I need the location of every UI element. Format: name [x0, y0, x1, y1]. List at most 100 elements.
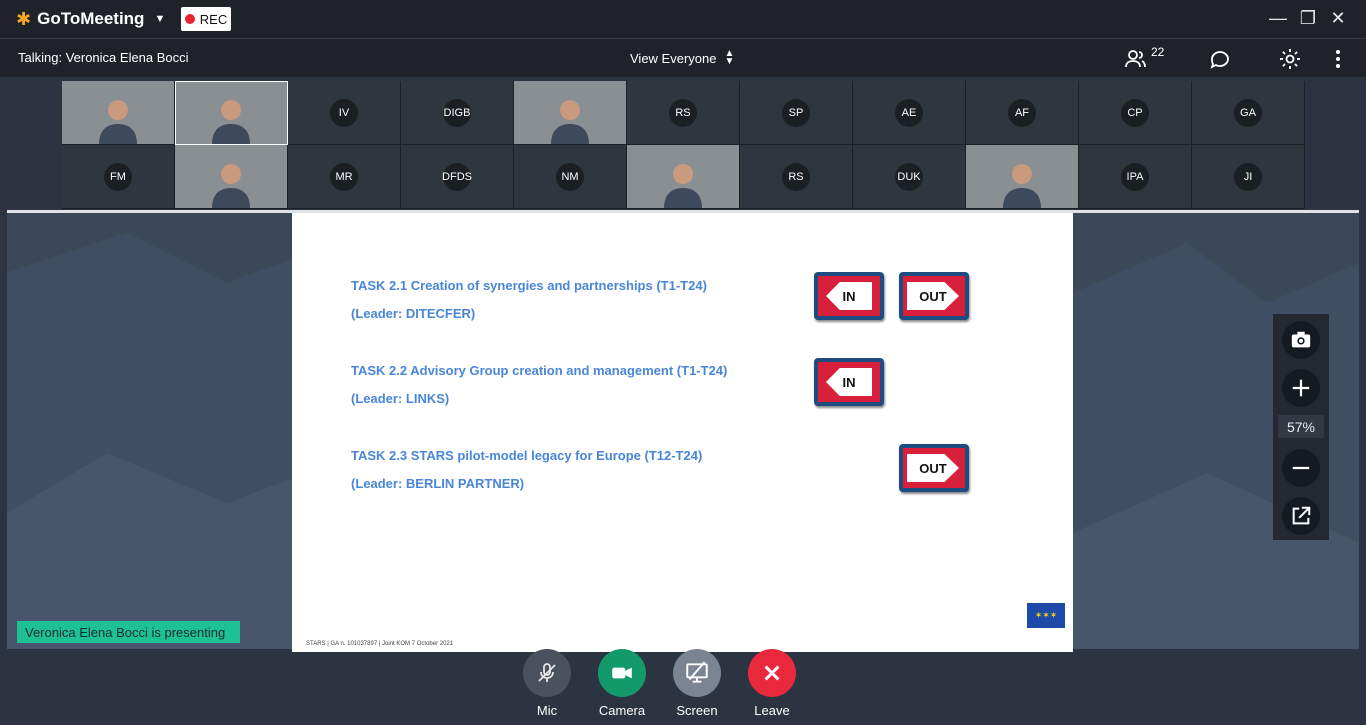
task-leader: (Leader: LINKS) [351, 391, 450, 406]
participants-count: 22 [1151, 45, 1165, 59]
task-title: TASK 2.2 Advisory Group creation and man… [351, 363, 728, 378]
out-sign: OUT [899, 272, 969, 320]
mic-muted-icon [538, 663, 556, 682]
title-bar: ✱ GoToMeeting ▼ REC — ❐ ✕ [0, 0, 1366, 39]
video-camera-icon [612, 667, 632, 679]
camera-snapshot-icon [1291, 331, 1311, 348]
restore-button[interactable]: ❐ [1296, 8, 1320, 29]
in-sign-label: IN [826, 368, 872, 396]
more-options-icon[interactable] [1326, 47, 1350, 71]
participant-tile[interactable]: CP [1079, 81, 1192, 145]
screen-share-button[interactable] [673, 649, 721, 697]
task-title: TASK 2.1 Creation of synergies and partn… [351, 278, 707, 293]
task-2-3: TASK 2.3 STARS pilot-model legacy for Eu… [351, 442, 702, 498]
participant-initials: RS [782, 162, 810, 191]
participant-tile[interactable]: DFDS [401, 145, 514, 209]
participant-tile[interactable]: FM [62, 145, 175, 209]
mic-control[interactable]: Mic [517, 649, 577, 718]
participant-tile[interactable]: SP [740, 81, 853, 145]
gotomeeting-logo-icon: ✱ [16, 9, 32, 29]
screen-share-off-icon [686, 661, 708, 683]
participant-video-feed [99, 100, 137, 144]
participant-tile[interactable] [175, 145, 288, 209]
camera-label: Camera [598, 703, 646, 718]
participant-initials: NM [556, 162, 584, 191]
participant-grid: IV DIGB RS SP AE AF CP GA FM MR DFDS NM RS DUK IPA JI [62, 81, 1305, 209]
participant-video-feed [212, 164, 250, 208]
participant-tile[interactable]: GA [1192, 81, 1305, 145]
leave-control[interactable]: Leave [742, 649, 802, 718]
up-down-chevron-icon: ▲ ▼ [724, 48, 735, 67]
in-sign: IN [814, 358, 884, 406]
participant-tile[interactable]: JI [1192, 145, 1305, 209]
participant-initials: AF [1008, 98, 1036, 127]
camera-button[interactable] [598, 649, 646, 697]
participant-initials: MR [330, 162, 358, 191]
out-sign-label: OUT [907, 454, 959, 482]
pop-out-button[interactable] [1282, 497, 1320, 535]
mic-label: Mic [536, 703, 558, 718]
participant-initials: DFDS [442, 162, 472, 191]
zoom-in-button[interactable] [1282, 369, 1320, 407]
participant-tile[interactable]: DIGB [401, 81, 514, 145]
participant-initials: FM [104, 162, 132, 191]
task-leader: (Leader: BERLIN PARTNER) [351, 476, 525, 491]
screen-view-panel: 57% [1273, 314, 1329, 540]
participant-initials: DUK [895, 162, 923, 191]
camera-control[interactable]: Camera [592, 649, 652, 718]
participant-initials: IPA [1121, 162, 1149, 191]
close-icon [764, 665, 780, 681]
participant-tile[interactable] [966, 145, 1079, 209]
out-sign-label: OUT [907, 282, 959, 310]
screenshot-button[interactable] [1282, 321, 1320, 359]
participant-tile[interactable]: IPA [1079, 145, 1192, 209]
presenting-banner: Veronica Elena Bocci is presenting [17, 621, 240, 643]
shared-slide: TASK 2.1 Creation of synergies and partn… [292, 213, 1073, 652]
participant-initials: SP [782, 98, 810, 127]
screen-control[interactable]: Screen [667, 649, 727, 718]
rec-label: REC [199, 11, 228, 27]
participant-tile[interactable]: MR [288, 145, 401, 209]
view-mode-label: View Everyone [630, 50, 717, 66]
task-2-2: TASK 2.2 Advisory Group creation and man… [351, 357, 727, 413]
participant-video-feed [1003, 164, 1041, 208]
recording-badge[interactable]: REC [181, 7, 231, 31]
view-mode-selector[interactable]: View Everyone ▲ ▼ [630, 48, 735, 67]
out-sign: OUT [899, 444, 969, 492]
talking-indicator: Talking: Veronica Elena Bocci [18, 50, 189, 65]
mic-button[interactable] [523, 649, 571, 697]
slide-footer: STARS | GA n. 101037897 | Joint KOM 7 Oc… [306, 641, 454, 647]
screen-label: Screen [676, 703, 718, 718]
participant-tile[interactable]: IV [288, 81, 401, 145]
participant-tile[interactable] [627, 145, 740, 209]
participant-tile[interactable]: NM [514, 145, 627, 209]
app-name: GoToMeeting [37, 9, 145, 28]
record-dot-icon [184, 14, 195, 24]
participant-tile[interactable] [175, 81, 288, 145]
plus-icon [1292, 379, 1310, 397]
task-leader: (Leader: DITECFER) [351, 306, 476, 321]
pop-out-icon [1292, 506, 1311, 525]
participant-initials: IV [330, 98, 358, 127]
participant-tile[interactable] [514, 81, 627, 145]
leave-button[interactable] [748, 649, 796, 697]
chat-icon[interactable] [1208, 47, 1232, 71]
participant-tile[interactable]: RS [740, 145, 853, 209]
minus-icon [1292, 466, 1310, 470]
settings-gear-icon[interactable] [1278, 47, 1302, 71]
participant-tile[interactable]: AE [853, 81, 966, 145]
participants-icon[interactable] [1124, 47, 1148, 71]
minimize-button[interactable]: — [1266, 8, 1290, 29]
participant-tile[interactable] [62, 81, 175, 145]
participant-video-feed [212, 100, 250, 144]
participant-tile[interactable]: DUK [853, 145, 966, 209]
zoom-out-button[interactable] [1282, 449, 1320, 487]
participant-initials: AE [895, 98, 923, 127]
participant-tile[interactable]: AF [966, 81, 1079, 145]
participant-initials: RS [669, 98, 697, 127]
participant-tile[interactable]: RS [627, 81, 740, 145]
participant-initials: JI [1234, 162, 1262, 191]
app-menu[interactable]: ✱ GoToMeeting ▼ [16, 9, 165, 29]
chevron-down-icon: ▼ [154, 13, 166, 25]
close-window-button[interactable]: ✕ [1326, 8, 1350, 29]
